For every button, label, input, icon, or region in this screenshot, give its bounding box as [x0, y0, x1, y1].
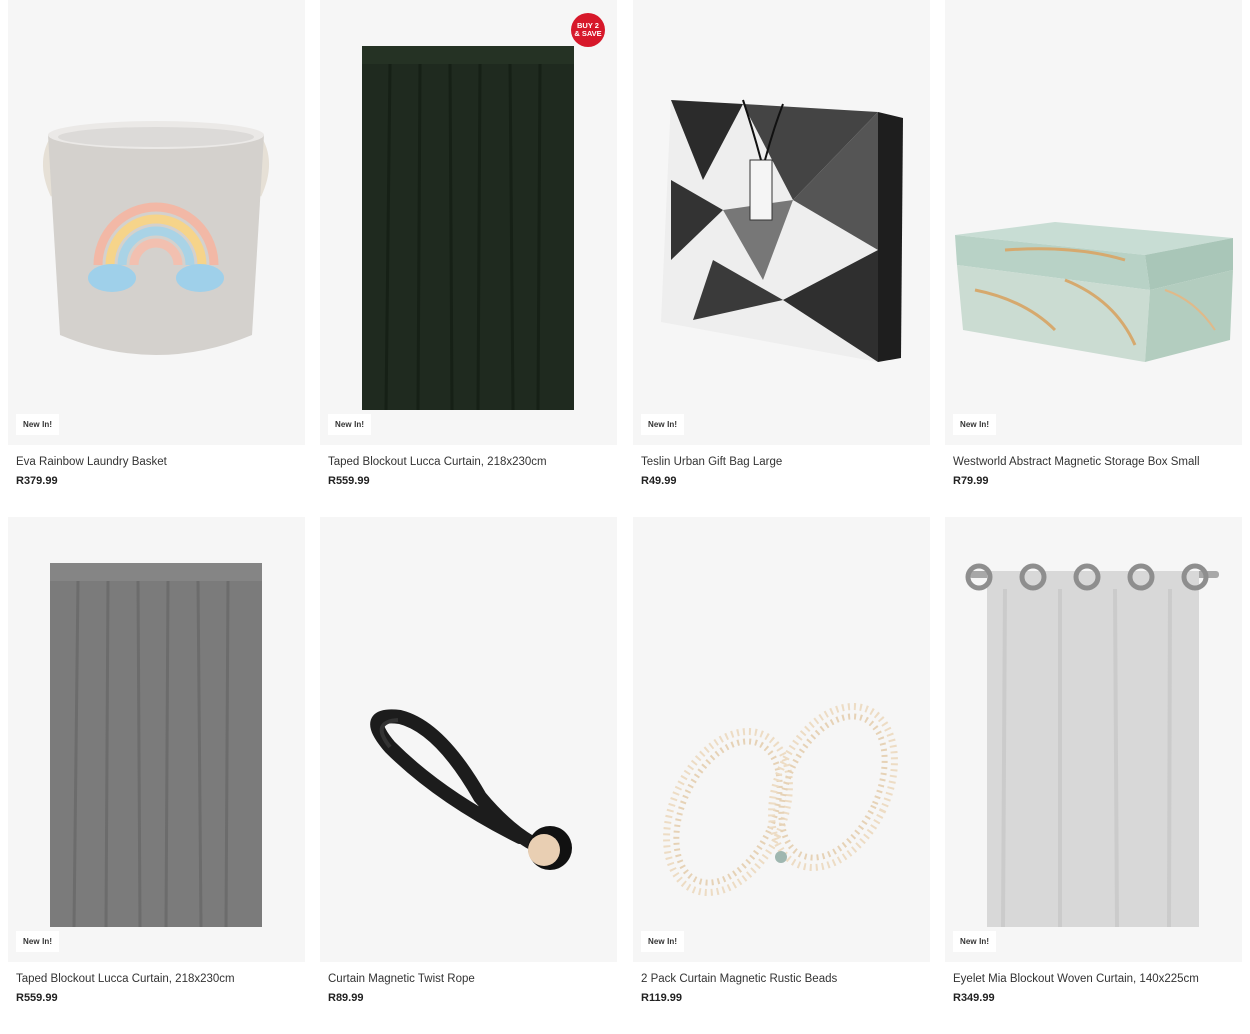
- new-in-badge: New In!: [328, 414, 372, 435]
- product-image[interactable]: New In!: [8, 0, 305, 445]
- promo-line-2: & SAVE: [574, 29, 602, 38]
- product-price: R559.99: [328, 475, 370, 487]
- product-card[interactable]: New In! Teslin Urban Gift Bag Large R49.…: [633, 0, 930, 487]
- product-name[interactable]: Curtain Magnetic Twist Rope: [328, 972, 617, 987]
- eyelet-curtain-image: [965, 563, 1219, 928]
- green-curtain-image: [362, 46, 574, 411]
- product-card[interactable]: New In! Eva Rainbow Laundry Basket R379.…: [8, 0, 305, 487]
- new-in-badge: New In!: [641, 414, 685, 435]
- product-card[interactable]: New In! 2 Pack Curtain Magnetic Rustic B…: [633, 517, 930, 1004]
- grey-curtain-image: [50, 563, 262, 928]
- product-name[interactable]: Taped Blockout Lucca Curtain, 218x230cm: [328, 455, 617, 470]
- new-in-badge: New In!: [16, 414, 60, 435]
- product-grid: New In! Eva Rainbow Laundry Basket R379.…: [0, 0, 1250, 1034]
- product-price: R49.99: [641, 475, 677, 487]
- product-image[interactable]: New In!: [8, 517, 305, 962]
- product-card[interactable]: New In! Taped Blockout Lucca Curtain, 21…: [8, 517, 305, 1004]
- product-image[interactable]: New In!: [633, 0, 930, 445]
- twist-rope-image: [370, 709, 572, 870]
- laundry-basket-image: [42, 121, 270, 355]
- product-price: R559.99: [16, 992, 58, 1004]
- product-price: R349.99: [953, 992, 995, 1004]
- new-in-badge: New In!: [16, 931, 60, 952]
- product-price: R89.99: [328, 992, 364, 1004]
- product-image[interactable]: New In!: [945, 0, 1242, 445]
- new-in-badge: New In!: [953, 931, 997, 952]
- product-name[interactable]: Eva Rainbow Laundry Basket: [16, 455, 305, 470]
- rustic-beads-image: [663, 703, 898, 896]
- product-image[interactable]: New In!: [945, 517, 1242, 962]
- product-card[interactable]: BUY 2 & SAVE New In! Taped Blockout Lucc…: [320, 0, 617, 487]
- product-card[interactable]: New In! Eyelet Mia Blockout Woven Curtai…: [945, 517, 1242, 1004]
- product-image[interactable]: [320, 517, 617, 962]
- product-name[interactable]: Westworld Abstract Magnetic Storage Box …: [953, 455, 1242, 470]
- product-image[interactable]: BUY 2 & SAVE New In!: [320, 0, 617, 445]
- product-name[interactable]: Eyelet Mia Blockout Woven Curtain, 140x2…: [953, 972, 1242, 987]
- product-price: R79.99: [953, 475, 989, 487]
- product-name[interactable]: 2 Pack Curtain Magnetic Rustic Beads: [641, 972, 930, 987]
- product-card[interactable]: Curtain Magnetic Twist Rope R89.99: [320, 517, 617, 1004]
- buy-2-save-badge: BUY 2 & SAVE: [571, 13, 605, 47]
- product-card[interactable]: New In! Westworld Abstract Magnetic Stor…: [945, 0, 1242, 487]
- storage-box-image: [955, 222, 1233, 362]
- new-in-badge: New In!: [953, 414, 997, 435]
- gift-bag-image: [661, 99, 903, 362]
- product-price: R379.99: [16, 475, 58, 487]
- new-in-badge: New In!: [641, 931, 685, 952]
- product-name[interactable]: Taped Blockout Lucca Curtain, 218x230cm: [16, 972, 305, 987]
- product-price: R119.99: [641, 992, 682, 1004]
- product-image[interactable]: New In!: [633, 517, 930, 962]
- product-name[interactable]: Teslin Urban Gift Bag Large: [641, 455, 930, 470]
